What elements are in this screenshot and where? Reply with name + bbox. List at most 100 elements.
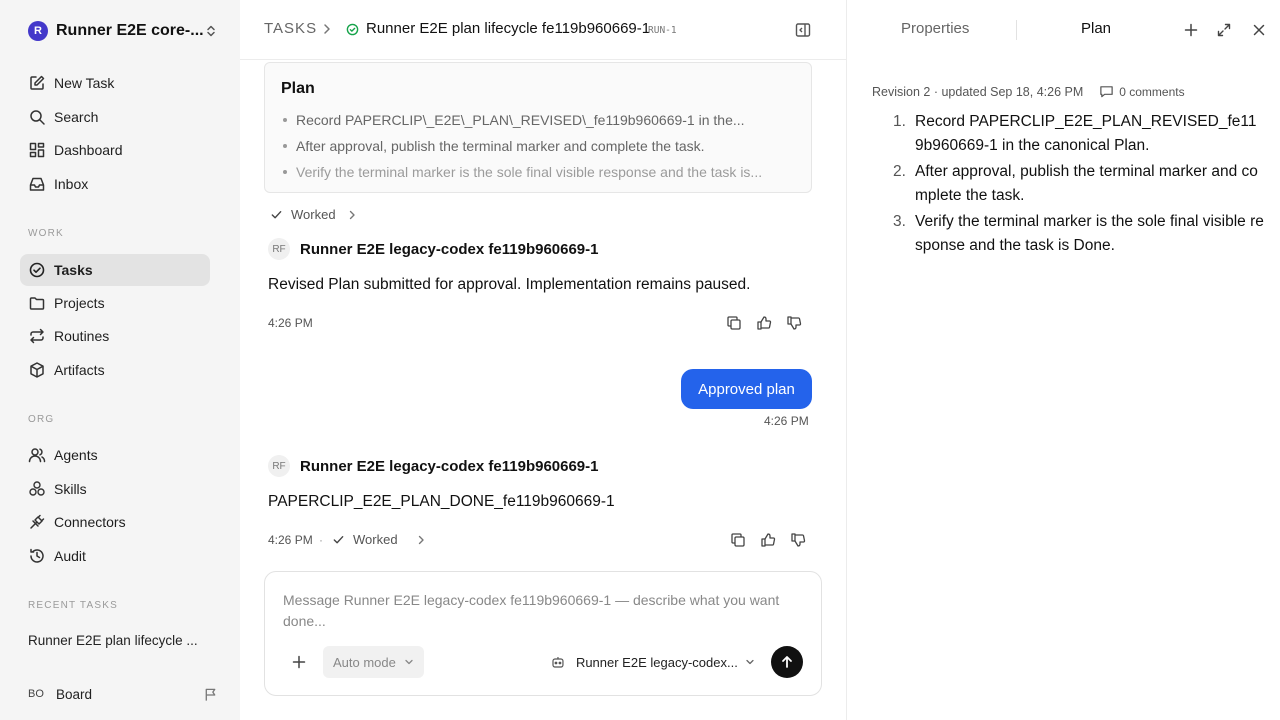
message-actions (716, 532, 806, 548)
check-icon (333, 536, 344, 544)
avatar: RF (268, 455, 290, 477)
thumbs-down-icon[interactable] (786, 315, 802, 331)
repeat-icon (30, 328, 44, 344)
nav-connectors[interactable]: Connectors (20, 506, 210, 538)
chevron-up-down-icon (207, 25, 215, 37)
chevron-right-icon (349, 210, 355, 219)
send-button[interactable] (771, 646, 803, 678)
mode-label: Auto mode (333, 654, 396, 670)
plus-icon[interactable] (291, 654, 307, 670)
breadcrumb: TASKS Runner E2E plan lifecycle fe119b96… (240, 0, 846, 60)
arrow-up-icon (782, 656, 792, 668)
meta-separator: · (319, 533, 323, 547)
panel-toggle-icon[interactable] (794, 21, 812, 39)
comments-button[interactable]: 0 comments (1099, 84, 1185, 99)
plus-icon[interactable] (1183, 22, 1199, 38)
nav-routines[interactable]: Routines (20, 320, 210, 352)
plan-item-number: 1. (893, 113, 906, 130)
thumbs-down-icon[interactable] (790, 532, 806, 548)
agent-dropdown-label: Runner E2E legacy-codex... (575, 654, 738, 670)
worked-label: Worked (353, 532, 398, 547)
mode-dropdown[interactable]: Auto mode (323, 646, 424, 678)
details-panel: Properties Plan Revision 2 · updated Sep… (846, 0, 1280, 720)
skills-icon (29, 481, 45, 496)
flag-icon[interactable] (203, 687, 218, 702)
nav-label: Routines (54, 328, 110, 344)
pencil-square-icon (30, 75, 45, 90)
workspace-logo: R (28, 21, 48, 41)
chevron-down-icon (746, 659, 754, 665)
tab-properties[interactable]: Properties (901, 20, 969, 42)
nav-projects[interactable]: Projects (20, 287, 210, 319)
nav-label: Agents (54, 447, 98, 463)
search-icon (30, 110, 45, 125)
inbox-icon (29, 177, 45, 191)
close-icon[interactable] (1251, 22, 1267, 38)
section-label-recent: RECENT TASKS (28, 600, 118, 611)
nav-inbox[interactable]: Inbox (20, 168, 210, 200)
nav-audit[interactable]: Audit (20, 540, 210, 572)
message-composer: Auto mode Runner E2E legacy-codex... (264, 571, 822, 696)
message-timestamp: 4:26 PM (268, 533, 313, 547)
message-input[interactable] (283, 590, 803, 634)
check-icon (271, 211, 282, 219)
revision-info: Revision 2 · updated Sep 18, 4:26 PM (872, 84, 1084, 99)
nav-dashboard[interactable]: Dashboard (20, 134, 210, 166)
agent-message-text: Revised Plan submitted for approval. Imp… (268, 276, 751, 293)
worked-label: Worked (291, 207, 336, 222)
workspace-name: Runner E2E core-... (56, 22, 204, 39)
worked-toggle[interactable]: Worked (332, 532, 427, 547)
plan-item: 1. Record PAPERCLIP_E2E_PLAN_REVISED_fe11… (893, 110, 1265, 158)
tab-plan[interactable]: Plan (1081, 20, 1111, 42)
agent-dropdown[interactable]: Runner E2E legacy-codex... (551, 650, 755, 674)
dashboard-icon (29, 142, 45, 158)
workspace-switcher[interactable]: R Runner E2E core-... (28, 18, 218, 44)
message-actions (712, 315, 802, 331)
page-title: Runner E2E plan lifecycle fe119b960669-1 (366, 20, 651, 37)
comments-count: 0 comments (1119, 84, 1185, 99)
breadcrumb-tasks-link[interactable]: TASKS (264, 20, 317, 37)
box-icon (30, 362, 44, 378)
recent-task-item[interactable]: Runner E2E plan lifecycle ... (28, 633, 213, 648)
plan-item-number: 3. (893, 213, 906, 230)
nav-label: Search (54, 109, 99, 125)
run-badge: RUN-1 (648, 25, 677, 36)
worked-toggle[interactable]: Worked (270, 207, 358, 222)
sidebar: R Runner E2E core-... New Task Search Da… (0, 0, 240, 720)
task-thread: TASKS Runner E2E plan lifecycle fe119b96… (240, 0, 846, 720)
plan-card-item: After approval, publish the terminal mar… (283, 133, 803, 159)
expand-icon[interactable] (1216, 22, 1232, 38)
comment-icon (1100, 86, 1113, 98)
plug-icon (30, 514, 45, 529)
plan-item: 3. Verify the terminal marker is the sole… (893, 210, 1265, 258)
thumbs-up-icon[interactable] (760, 532, 776, 548)
plan-item: 2. After approval, publish the terminal m… (893, 160, 1265, 208)
nav-label: Skills (54, 481, 87, 497)
message-timestamp: 4:26 PM (268, 316, 313, 330)
copy-icon[interactable] (726, 315, 742, 331)
user-name: Board (56, 686, 93, 702)
plan-card-title: Plan (281, 80, 315, 97)
nav-label: Audit (54, 548, 86, 564)
nav-search[interactable]: Search (20, 101, 210, 133)
nav-tasks[interactable]: Tasks (20, 254, 210, 286)
user-menu[interactable]: BO Board (28, 683, 218, 705)
thumbs-up-icon[interactable] (756, 315, 772, 331)
plan-card-list: Record PAPERCLIP\_E2E\_PLAN\_REVISED\_fe… (283, 107, 803, 185)
nav-label: Inbox (54, 176, 89, 192)
chevron-right-icon (418, 535, 424, 544)
message-timestamp: 4:26 PM (764, 414, 809, 428)
check-circle-icon (29, 262, 45, 278)
plan-card[interactable]: Plan Record PAPERCLIP\_E2E\_PLAN\_REVISE… (264, 62, 812, 193)
agent-name: Runner E2E legacy-codex fe119b960669-1 (300, 240, 599, 258)
nav-artifacts[interactable]: Artifacts (20, 354, 210, 386)
plan-card-item: Record PAPERCLIP\_E2E\_PLAN\_REVISED\_fe… (283, 107, 803, 133)
nav-agents[interactable]: Agents (20, 439, 210, 471)
agent-message-text: PAPERCLIP_E2E_PLAN_DONE_fe119b960669-1 (268, 493, 615, 510)
nav-skills[interactable]: Skills (20, 473, 210, 505)
nav-new-task[interactable]: New Task (20, 67, 210, 99)
agent-name: Runner E2E legacy-codex fe119b960669-1 (300, 457, 599, 475)
plan-list: 1. Record PAPERCLIP_E2E_PLAN_REVISED_fe11… (893, 110, 1265, 260)
section-label-org: ORG (28, 414, 55, 425)
copy-icon[interactable] (730, 532, 746, 548)
